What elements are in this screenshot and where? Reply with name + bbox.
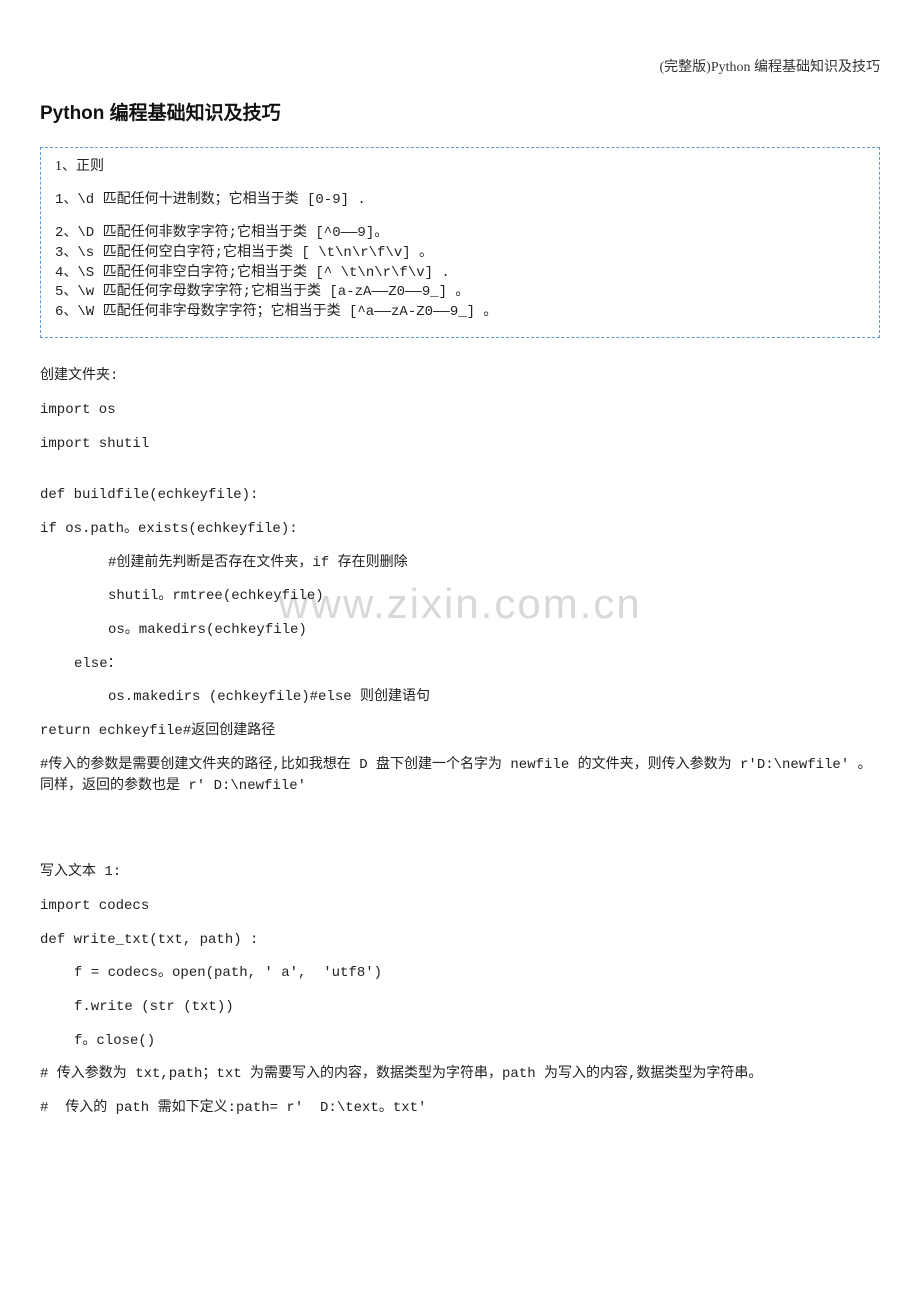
- code-line: f = codecs。open(path, ' a', 'utf8'): [40, 963, 880, 985]
- code-line: if os.path。exists(echkeyfile):: [40, 519, 880, 541]
- regex-line-6: 6、\W 匹配任何非字母数字字符；它相当于类 [^a——zA-Z0——9_] 。: [55, 303, 865, 322]
- code-line: 创建文件夹:: [40, 366, 880, 388]
- regex-line-1: 1、\d 匹配任何十进制数；它相当于类 [0-9] .: [55, 191, 865, 210]
- code-line: f。close(): [40, 1031, 880, 1053]
- code-line: #传入的参数是需要创建文件夹的路径,比如我想在 D 盘下创建一个名字为 newf…: [40, 755, 880, 798]
- regex-box: 1、正则 1、\d 匹配任何十进制数；它相当于类 [0-9] . 2、\D 匹配…: [40, 147, 880, 338]
- code-line: import shutil: [40, 434, 880, 456]
- code-line: def write_txt(txt, path) :: [40, 930, 880, 952]
- document-title: Python 编程基础知识及技巧: [40, 98, 880, 125]
- code-line: return echkeyfile#返回创建路径: [40, 721, 880, 743]
- regex-section-heading: 1、正则: [55, 158, 865, 177]
- code-line: os。makedirs(echkeyfile): [40, 620, 880, 642]
- page-content: Python 编程基础知识及技巧 1、正则 1、\d 匹配任何十进制数；它相当于…: [0, 0, 920, 1172]
- code-section-2: 写入文本 1: import codecs def write_txt(txt,…: [40, 862, 880, 1120]
- code-line: # 传入的 path 需如下定义:path= r' D:\text。txt': [40, 1098, 880, 1120]
- code-line: 写入文本 1:: [40, 862, 880, 884]
- regex-line-4: 4、\S 匹配任何非空白字符;它相当于类 [^ \t\n\r\f\v] .: [55, 264, 865, 283]
- regex-line-2: 2、\D 匹配任何非数字字符;它相当于类 [^0——9]。: [55, 224, 865, 243]
- code-section-1: 创建文件夹: import os import shutil def build…: [40, 366, 880, 798]
- code-line: import os: [40, 400, 880, 422]
- code-line: import codecs: [40, 896, 880, 918]
- code-line: else：: [40, 654, 880, 676]
- code-line: def buildfile(echkeyfile):: [40, 485, 880, 507]
- code-line: # 传入参数为 txt,path；txt 为需要写入的内容，数据类型为字符串，p…: [40, 1064, 880, 1086]
- regex-line-3: 3、\s 匹配任何空白字符;它相当于类 [ \t\n\r\f\v] 。: [55, 244, 865, 263]
- code-line: f.write (str (txt)): [40, 997, 880, 1019]
- regex-line-5: 5、\w 匹配任何字母数字字符;它相当于类 [a-zA——Z0——9_] 。: [55, 283, 865, 302]
- code-line: shutil。rmtree(echkeyfile): [40, 586, 880, 608]
- code-line: os.makedirs (echkeyfile)#else 则创建语句: [40, 687, 880, 709]
- code-line: #创建前先判断是否存在文件夹，if 存在则删除: [40, 553, 880, 575]
